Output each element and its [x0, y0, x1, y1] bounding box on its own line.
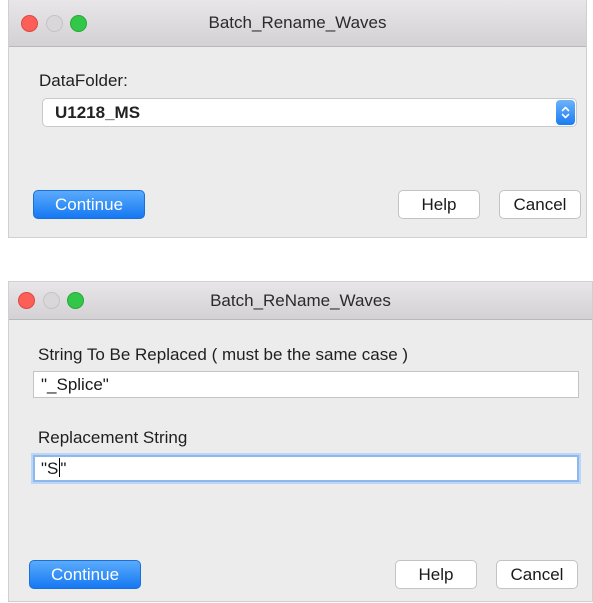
help-button[interactable]: Help: [395, 560, 477, 589]
title-bar[interactable]: Batch_ReName_Waves: [9, 282, 592, 320]
replacement-string-label: Replacement String: [38, 428, 188, 447]
replacement-text-after-caret: ": [60, 459, 67, 478]
continue-button[interactable]: Continue: [33, 190, 145, 219]
datafolder-label: DataFolder:: [39, 71, 128, 90]
batch-rename-strings-dialog: Batch_ReName_Waves String To Be Replaced…: [8, 281, 593, 602]
replacement-text-before-caret: "S: [41, 459, 59, 478]
up-down-chevron-icon[interactable]: [556, 100, 575, 125]
datafolder-popup[interactable]: U1218_MS: [42, 98, 577, 127]
datafolder-value: U1218_MS: [55, 103, 141, 122]
replace-string-label: String To Be Replaced ( must be the same…: [38, 345, 409, 364]
window-title: Batch_Rename_Waves: [208, 13, 387, 32]
cancel-button[interactable]: Cancel: [496, 560, 578, 589]
help-button[interactable]: Help: [398, 190, 480, 219]
continue-button[interactable]: Continue: [29, 560, 141, 589]
batch-rename-dialog: Batch_Rename_Waves DataFolder: U1218_MS …: [8, 0, 587, 238]
cancel-button[interactable]: Cancel: [499, 190, 581, 219]
window-title: Batch_ReName_Waves: [210, 291, 391, 310]
replacement-string-input[interactable]: "S ": [33, 455, 579, 482]
replace-string-input[interactable]: "_Splice": [33, 371, 579, 398]
title-bar[interactable]: Batch_Rename_Waves: [9, 0, 586, 47]
